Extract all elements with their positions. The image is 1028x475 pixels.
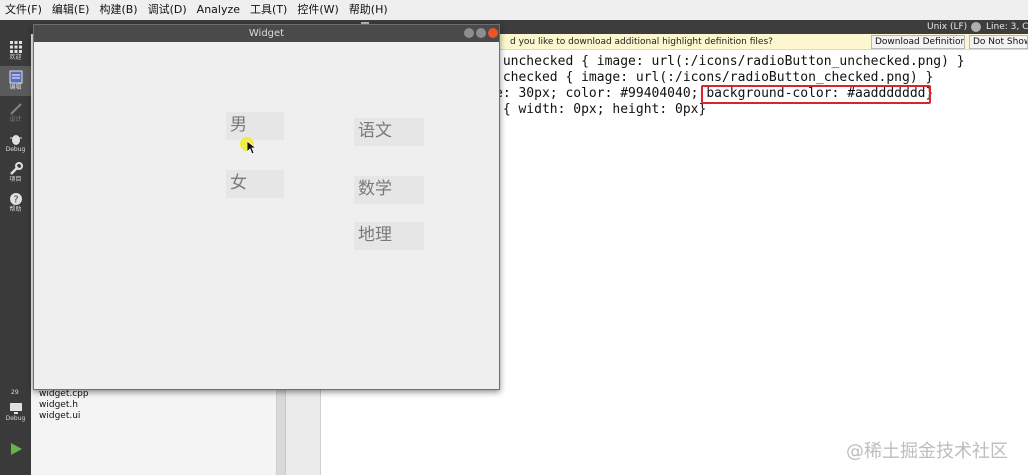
design-icon [9, 103, 22, 115]
close-document-icon[interactable] [971, 22, 981, 32]
menu-file[interactable]: 文件(F) [0, 0, 47, 20]
radio-math[interactable]: 数学 [354, 176, 424, 204]
code-line: :checked { image: url(:/icons/radioButto… [495, 70, 934, 85]
file-item[interactable]: widget.ui [39, 411, 80, 421]
mode-projects[interactable]: 项目 [0, 158, 31, 188]
svg-text:?: ? [13, 195, 18, 206]
file-item[interactable]: widget.h [39, 400, 78, 410]
radio-male[interactable]: 男 [226, 112, 284, 140]
debug-kit-number: 29 [11, 389, 19, 396]
bug-icon [9, 135, 22, 145]
mode-welcome[interactable]: 欢迎 [0, 36, 31, 66]
menu-analyze[interactable]: Analyze [192, 0, 245, 20]
run-icon[interactable] [9, 442, 23, 456]
help-icon: ? [9, 193, 22, 206]
mouse-pointer-icon [247, 141, 257, 155]
wrench-icon [9, 162, 23, 175]
menu-debug[interactable]: 调试(D) [143, 0, 192, 20]
menu-bar: 文件(F) 编辑(E) 构建(B) 调试(D) Analyze 工具(T) 控件… [0, 0, 1028, 20]
code-line: :unchecked { image: url(:/icons/radioBut… [495, 54, 965, 69]
encoding-label[interactable]: Unix (LF) [927, 20, 967, 34]
mode-welcome-label: 欢迎 [9, 54, 22, 61]
widget-title-bar[interactable]: Widget [34, 25, 499, 42]
edit-icon [9, 70, 22, 84]
maximize-icon[interactable] [476, 28, 486, 38]
code-line: { width: 0px; height: 0px} [495, 102, 707, 117]
file-item[interactable]: widget.cpp [39, 389, 89, 399]
widget-window: Widget 男 女 语文 数学 地理 [33, 24, 500, 390]
cursor-position-label: Line: 3, Col [986, 22, 1028, 32]
mode-edit-label: 编辑 [9, 84, 22, 91]
mode-help[interactable]: ? 帮助 [0, 188, 31, 218]
mode-edit[interactable]: 编辑 [0, 66, 31, 96]
do-not-show-again-button[interactable]: Do Not Show A [969, 35, 1028, 49]
annotation-highlight-box [701, 85, 931, 104]
mode-debug[interactable]: Debug [0, 128, 31, 158]
menu-edit[interactable]: 编辑(E) [47, 0, 95, 20]
info-message: d you like to download additional highli… [510, 37, 773, 47]
grid-icon [9, 41, 22, 53]
monitor-icon [9, 403, 22, 414]
mode-debug-label: Debug [5, 146, 26, 153]
mode-design-label: 设计 [9, 116, 22, 123]
mode-help-label: 帮助 [9, 206, 22, 213]
debug-target-label: Debug [5, 415, 26, 422]
radio-female[interactable]: 女 [226, 170, 284, 198]
menu-tools[interactable]: 工具(T) [245, 0, 292, 20]
minimize-icon[interactable] [464, 28, 474, 38]
radio-geography[interactable]: 地理 [354, 222, 424, 250]
mode-projects-label: 项目 [9, 176, 22, 183]
widget-title: Widget [248, 28, 285, 39]
download-definitions-button[interactable]: Download Definitions [871, 35, 965, 49]
debug-target-selector[interactable]: Debug [0, 397, 31, 427]
watermark: @稀土掘金技术社区 [846, 441, 1008, 462]
menu-build[interactable]: 构建(B) [94, 0, 142, 20]
menu-controls[interactable]: 控件(W) [292, 0, 343, 20]
radio-chinese[interactable]: 语文 [354, 118, 424, 146]
mode-design[interactable]: 设计 [0, 98, 31, 128]
close-icon[interactable] [488, 28, 498, 38]
menu-help[interactable]: 帮助(H) [344, 0, 393, 20]
